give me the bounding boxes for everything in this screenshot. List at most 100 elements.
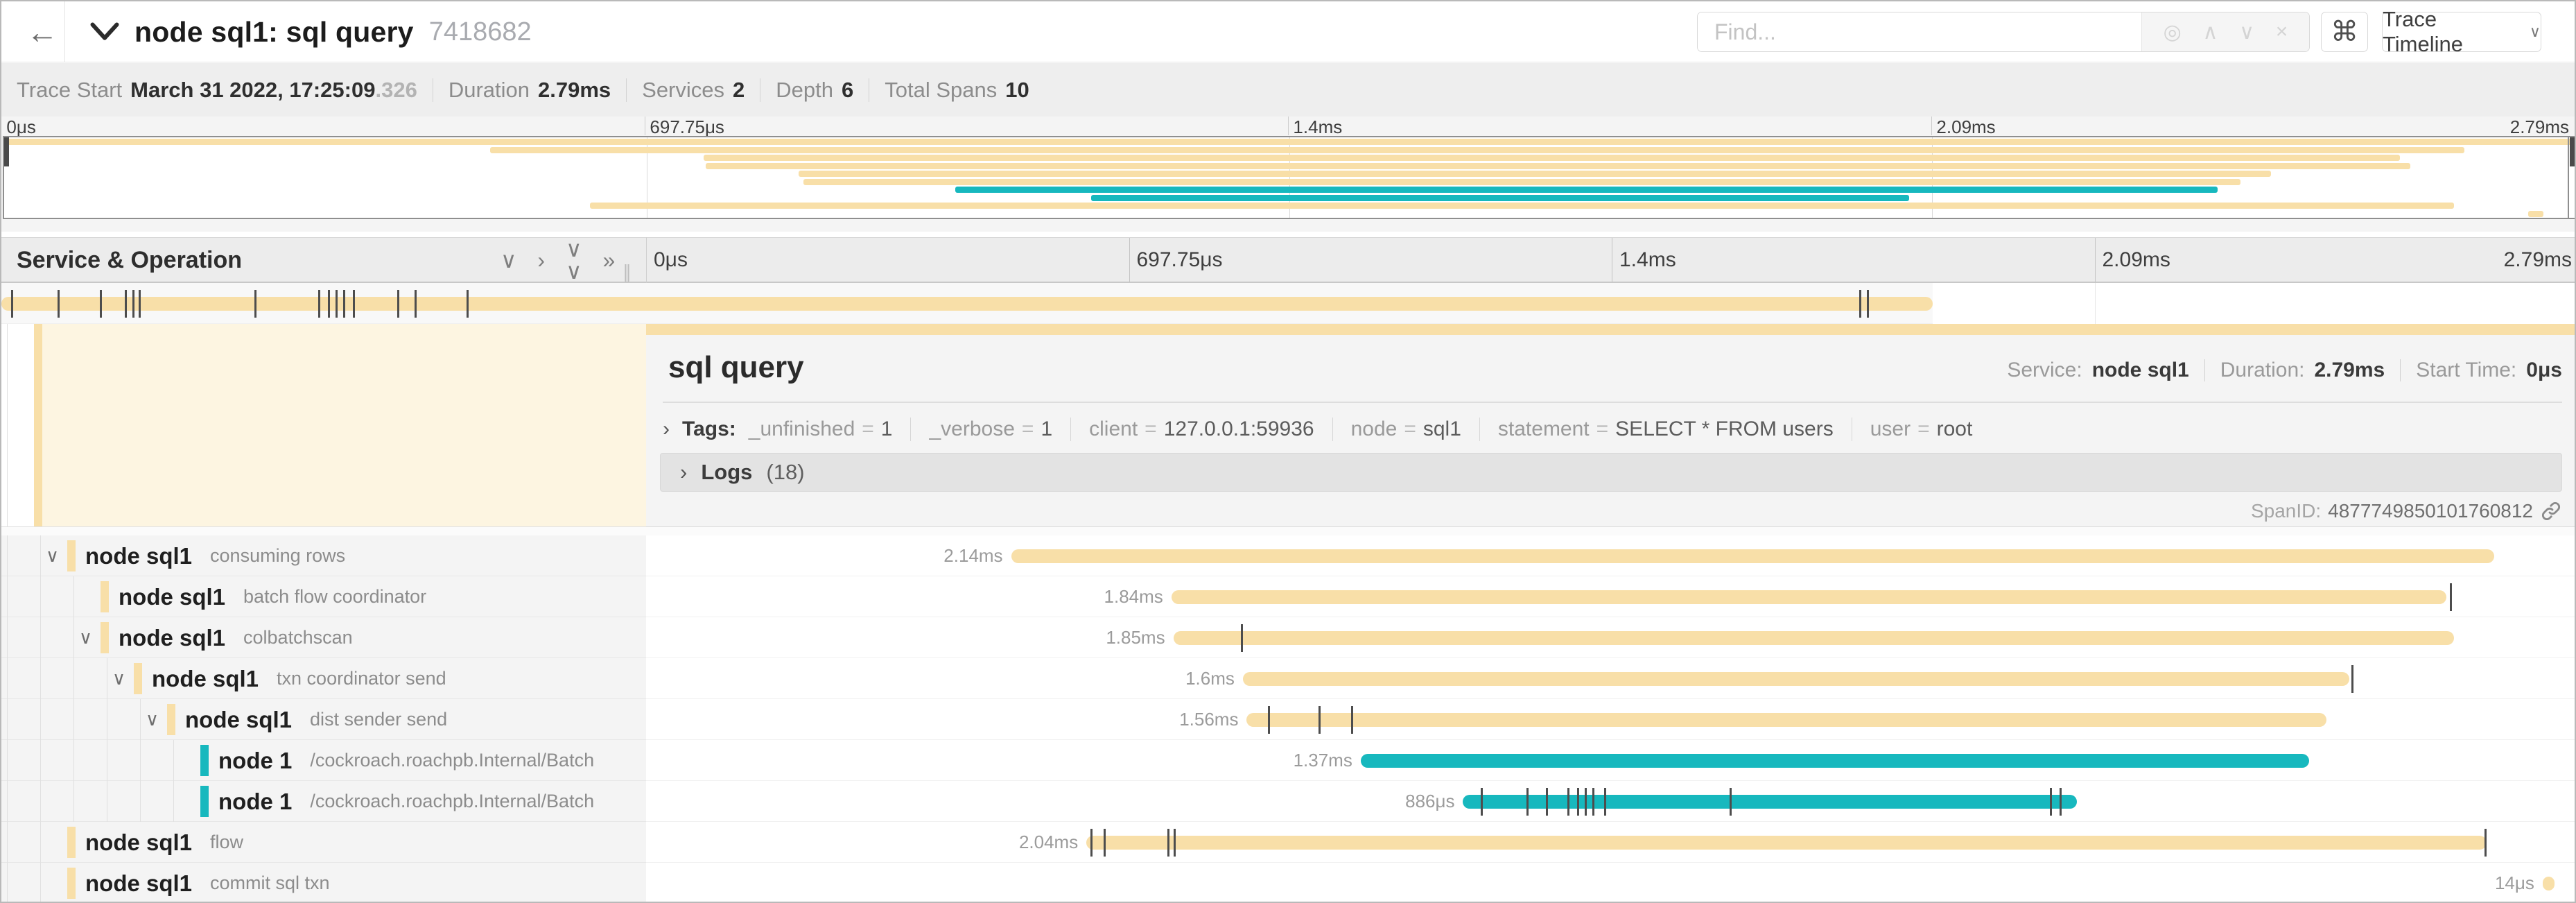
find-scope-icon[interactable]: ◎ xyxy=(2164,20,2182,44)
tree-row[interactable]: ∨node sql1dist sender send xyxy=(1,699,646,740)
tree-row[interactable]: node sql1commit sql txn xyxy=(1,863,646,903)
tree-guide xyxy=(73,781,74,822)
service-name: node 1/cockroach.roachpb.Internal/Batch xyxy=(218,740,594,781)
find-input[interactable] xyxy=(1698,12,2141,51)
expand-all-icon[interactable]: » xyxy=(603,249,616,271)
span-bar-row[interactable]: 14μs xyxy=(646,863,2576,903)
log-marker xyxy=(254,290,256,318)
ruler-label: 1.4ms xyxy=(1293,117,1342,138)
tags-accordion[interactable]: › Tags: _unfinished=1_verbose=1client=12… xyxy=(663,411,1972,447)
span-bar-row[interactable]: 2.14ms xyxy=(646,535,2576,576)
span-bar[interactable] xyxy=(1086,836,2487,850)
minimap-canvas[interactable] xyxy=(3,136,2576,219)
tree-row[interactable]: ∨ node sql1txn coordinator send xyxy=(1,658,646,699)
selected-span-left-fill xyxy=(1,324,646,527)
span-duration-label: 1.6ms xyxy=(1185,658,1235,699)
deep-link-icon[interactable] xyxy=(2540,500,2562,522)
span-bar[interactable] xyxy=(1,297,1933,311)
chevron-down-icon[interactable]: ∨ xyxy=(46,535,59,576)
ruler-label: 2.09ms xyxy=(2095,238,2170,282)
minimap-strip: 0μs697.75μs1.4ms2.09ms2.79ms xyxy=(1,117,2575,232)
span-bar-row[interactable]: 886μs xyxy=(646,781,2576,822)
tag-separator xyxy=(910,418,911,441)
log-marker xyxy=(415,290,417,318)
tree-guide xyxy=(73,576,74,617)
ruler-label: 2.79ms xyxy=(2510,117,2569,138)
tree-guide xyxy=(73,658,74,699)
span-bar[interactable] xyxy=(1463,795,2077,809)
span-bar-row[interactable]: 1.6ms xyxy=(646,658,2576,699)
span-bar[interactable] xyxy=(1246,713,2326,727)
collapse-one-icon[interactable]: ∨ xyxy=(501,249,516,271)
tree-guide xyxy=(7,658,8,699)
tree-row[interactable]: node sql1batch flow coordinator xyxy=(1,576,646,617)
service-name: node sql1txn coordinator send xyxy=(152,658,446,699)
tree-guide xyxy=(40,576,41,617)
tree-guide xyxy=(7,740,8,781)
detail-divider xyxy=(663,402,2562,403)
command-icon: ⌘ xyxy=(2331,16,2358,48)
timeline-header: Service & Operation ∨ › ∨∨ » ∥ 0μs697.75… xyxy=(1,237,2575,283)
span-duration-label: 1.84ms xyxy=(1104,576,1163,617)
tree-guide xyxy=(7,781,8,822)
back-button[interactable]: ← xyxy=(21,1,64,62)
tree-row[interactable]: ∨node sql1colbatchscan xyxy=(1,617,646,658)
span-bar[interactable] xyxy=(1243,672,2349,686)
keyboard-shortcuts-button[interactable]: ⌘ xyxy=(2321,12,2368,52)
span-bar-row[interactable]: 1.37ms xyxy=(646,740,2576,781)
tree-guide xyxy=(73,617,74,658)
collapse-trace-chevron-icon[interactable] xyxy=(90,22,119,42)
tag-key: statement xyxy=(1498,418,1590,441)
trace-title-wrap[interactable]: node sql1: sql query 7418682 xyxy=(90,1,532,62)
tag-key: client xyxy=(1089,418,1138,441)
meta-separator xyxy=(2400,359,2401,381)
span-bar-row[interactable] xyxy=(1,283,1933,324)
tree-guide xyxy=(40,863,41,903)
span-bar-row[interactable]: 1.85ms xyxy=(646,617,2576,658)
span-detail-meta: Service: node sql1 Duration: 2.79ms Star… xyxy=(2007,359,2562,382)
span-bar[interactable] xyxy=(1172,590,2446,604)
tree-row[interactable]: node 1/cockroach.roachpb.Internal/Batch xyxy=(1,781,646,822)
panel-resizer-grip[interactable]: ∥ xyxy=(623,261,633,283)
tree-guide xyxy=(140,781,141,822)
span-bar[interactable] xyxy=(1011,549,2495,563)
tag-value: sql1 xyxy=(1423,418,1461,441)
tree-guide xyxy=(7,822,8,863)
chevron-down-icon[interactable]: ∨ xyxy=(112,658,125,699)
log-marker xyxy=(1351,706,1353,734)
chevron-down-icon[interactable]: ∨ xyxy=(146,699,159,740)
service-name: node sql1commit sql txn xyxy=(85,863,330,903)
tree-guide xyxy=(73,699,74,740)
info-separator xyxy=(626,78,627,102)
span-bar[interactable] xyxy=(1361,754,2309,768)
expand-one-icon[interactable]: › xyxy=(537,249,545,271)
log-marker xyxy=(318,290,320,318)
tree-row[interactable]: node sql1flow xyxy=(1,822,646,863)
span-id-value: 4877749850101760812 xyxy=(2328,500,2533,522)
collapse-all-icon[interactable]: ∨∨ xyxy=(566,238,582,282)
span-bar-row[interactable]: 1.56ms xyxy=(646,699,2576,740)
operation-name: txn coordinator send xyxy=(277,668,446,689)
logs-accordion[interactable]: › Logs (18) xyxy=(660,453,2562,492)
selected-span-bar-strip[interactable] xyxy=(646,324,2576,335)
chevron-down-icon[interactable]: ∨ xyxy=(79,617,92,658)
span-bar[interactable] xyxy=(2543,877,2555,891)
tag-item: node=sql1 xyxy=(1351,418,1461,441)
log-marker xyxy=(1546,788,1548,816)
minimap-right-scrubber[interactable] xyxy=(2570,137,2575,166)
tree-row[interactable]: ∨node sql1consuming rows xyxy=(1,535,646,576)
span-bar[interactable] xyxy=(1174,631,2454,645)
find-clear-icon[interactable]: × xyxy=(2276,20,2288,44)
find-prev-icon[interactable]: ∧ xyxy=(2203,20,2218,44)
span-bar-row[interactable]: 1.84ms xyxy=(646,576,2576,617)
minimap-left-scrubber[interactable] xyxy=(4,137,9,166)
log-marker xyxy=(353,290,355,318)
tree-row[interactable]: node 1/cockroach.roachpb.Internal/Batch xyxy=(1,740,646,781)
tree-guide xyxy=(7,535,8,576)
span-bar-row[interactable]: 2.04ms xyxy=(646,822,2576,863)
find-next-icon[interactable]: ∨ xyxy=(2239,20,2254,44)
service-color-bar xyxy=(200,786,209,817)
log-marker xyxy=(1859,290,1861,318)
view-select[interactable]: Trace Timeline ∨ xyxy=(2382,12,2541,52)
tag-item: client=127.0.0.1:59936 xyxy=(1089,418,1314,441)
